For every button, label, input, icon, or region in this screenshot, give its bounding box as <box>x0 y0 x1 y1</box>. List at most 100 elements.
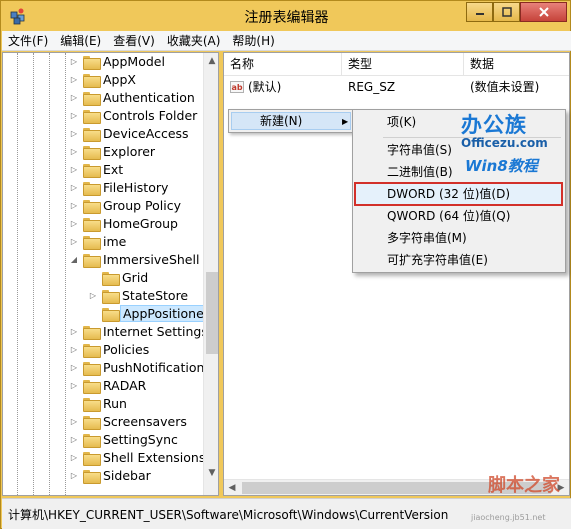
expand-icon[interactable]: ▷ <box>69 453 79 463</box>
tree-item-selected[interactable]: AppPositioner <box>3 305 212 323</box>
tree-item[interactable]: Grid <box>3 269 203 287</box>
tree-item[interactable]: Run <box>3 395 203 413</box>
folder-icon <box>83 164 101 178</box>
tree-item[interactable]: ▷ Explorer <box>3 143 203 161</box>
minimize-button[interactable] <box>466 2 493 22</box>
menu-item-string[interactable]: 字符串值(S) <box>387 140 452 160</box>
expand-icon[interactable]: ▷ <box>69 183 79 193</box>
menu-item-dword[interactable]: DWORD (32 位)值(D) <box>387 184 510 204</box>
tree-item-label: SettingSync <box>103 432 178 447</box>
tree-item[interactable]: ▷ Shell Extensions <box>3 449 206 467</box>
value-name[interactable]: (默认) <box>248 78 281 96</box>
folder-icon <box>83 74 101 88</box>
tree-item-label: ImmersiveShell <box>103 252 200 267</box>
tree-item-label: PushNotifications <box>103 360 211 375</box>
menu-item-multi-string[interactable]: 多字符串值(M) <box>387 228 467 248</box>
watermark-logo: 办公族 Officezu.com Win8教程 <box>459 109 565 181</box>
tree-item[interactable]: ▷ ime <box>3 233 203 251</box>
tree-item-label: Sidebar <box>103 468 151 483</box>
tree-item[interactable]: ▷ Ext <box>3 161 203 179</box>
column-header-name[interactable]: 名称 <box>224 53 342 75</box>
tree-item[interactable]: ▷ SettingSync <box>3 431 203 449</box>
scroll-up-arrow-icon[interactable]: ▲ <box>204 53 218 69</box>
tree-item[interactable]: ▷ DeviceAccess <box>3 125 203 143</box>
menu-file[interactable]: 文件(F) <box>2 31 54 51</box>
minimize-icon <box>475 13 484 15</box>
tree-item[interactable]: ▷ AppX <box>3 71 203 89</box>
column-header-type[interactable]: 类型 <box>342 53 464 75</box>
tree-item[interactable]: ▷ StateStore <box>3 287 203 305</box>
value-type: REG_SZ <box>348 80 396 94</box>
folder-icon <box>83 236 101 250</box>
expand-icon[interactable]: ▷ <box>69 381 79 391</box>
expand-icon[interactable]: ▷ <box>88 291 98 301</box>
folder-icon <box>83 434 101 448</box>
tree-item[interactable]: ▷ Screensavers <box>3 413 203 431</box>
expand-icon[interactable]: ▷ <box>69 417 79 427</box>
expand-icon[interactable]: ▷ <box>69 219 79 229</box>
folder-icon <box>102 290 120 304</box>
menu-help[interactable]: 帮助(H) <box>226 31 280 51</box>
folder-icon <box>83 344 101 358</box>
menu-item-expandable-string[interactable]: 可扩充字符串值(E) <box>387 250 488 270</box>
expand-icon[interactable]: ▷ <box>69 435 79 445</box>
menu-new-label: 新建(N) <box>260 114 303 128</box>
expand-icon[interactable]: ▷ <box>69 237 79 247</box>
collapse-icon[interactable]: ◢ <box>69 255 79 265</box>
tree-item-label: Shell Extensions <box>103 450 206 465</box>
menu-item-binary[interactable]: 二进制值(B) <box>387 162 453 182</box>
scrollbar-thumb[interactable] <box>206 272 218 354</box>
menu-new-item[interactable]: 新建(N) ▶ <box>231 112 351 130</box>
expand-icon[interactable]: ▷ <box>69 471 79 481</box>
menu-favorites[interactable]: 收藏夹(A) <box>161 31 227 51</box>
tree-item[interactable]: ▷ FileHistory <box>3 179 203 197</box>
menu-item-qword[interactable]: QWORD (64 位)值(Q) <box>387 206 510 226</box>
tree-item[interactable]: ▷ Internet Settings <box>3 323 208 341</box>
context-menu: 新建(N) ▶ <box>228 109 354 133</box>
expand-icon[interactable]: ▷ <box>69 327 79 337</box>
tree-item[interactable]: ▷ HomeGroup <box>3 215 203 233</box>
close-button[interactable] <box>520 2 567 22</box>
tree-item[interactable]: ▷ RADAR <box>3 377 203 395</box>
folder-icon <box>83 182 101 196</box>
scroll-down-arrow-icon[interactable]: ▼ <box>204 465 218 481</box>
tree-vertical-scrollbar[interactable]: ▲ ▼ <box>203 53 218 495</box>
expand-icon[interactable]: ▷ <box>69 75 79 85</box>
expand-icon[interactable]: ▷ <box>69 363 79 373</box>
registry-tree[interactable]: ▷ AppModel ▷ AppX ▷ Authentication ▷ Con… <box>2 52 219 496</box>
tree-item[interactable]: ▷ AppModel <box>3 53 203 71</box>
watermark-bottom-site: jiaocheng.jb51.net <box>471 513 546 522</box>
title-bar[interactable]: 注册表编辑器 <box>1 1 571 31</box>
scroll-left-arrow-icon[interactable]: ◀ <box>224 480 240 495</box>
watermark-bottom: 脚本之家 <box>488 475 560 496</box>
menu-view[interactable]: 查看(V) <box>107 31 161 51</box>
tree-item[interactable]: ▷ Controls Folder <box>3 107 203 125</box>
tree-item[interactable]: ▷ Sidebar <box>3 467 203 485</box>
expand-icon[interactable]: ▷ <box>69 345 79 355</box>
folder-icon <box>83 200 101 214</box>
column-header-data[interactable]: 数据 <box>464 53 569 75</box>
tree-item[interactable]: ▷ PushNotifications <box>3 359 211 377</box>
value-data: (数值未设置) <box>470 80 540 94</box>
tree-item-label: Ext <box>103 162 124 177</box>
menu-edit[interactable]: 编辑(E) <box>54 31 107 51</box>
menu-bar: 文件(F) 编辑(E) 查看(V) 收藏夹(A) 帮助(H) <box>2 31 571 51</box>
expand-icon[interactable]: ▷ <box>69 93 79 103</box>
expand-icon[interactable]: ▷ <box>69 165 79 175</box>
expand-icon[interactable]: ▷ <box>69 111 79 121</box>
menu-item-key[interactable]: 项(K) <box>387 112 416 132</box>
folder-icon <box>83 452 101 466</box>
tree-item[interactable]: ▷ Authentication <box>3 89 203 107</box>
folder-icon <box>83 416 101 430</box>
tree-item[interactable]: ▷ Policies <box>3 341 203 359</box>
expand-icon[interactable]: ▷ <box>69 147 79 157</box>
tree-item[interactable]: ▷ Group Policy <box>3 197 203 215</box>
expand-icon[interactable]: ▷ <box>69 201 79 211</box>
maximize-button[interactable] <box>493 2 520 22</box>
expand-icon[interactable]: ▷ <box>69 57 79 67</box>
expand-icon[interactable]: ▷ <box>69 129 79 139</box>
status-path: 计算机\HKEY_CURRENT_USER\Software\Microsoft… <box>8 508 448 522</box>
tree-item-label: HomeGroup <box>103 216 178 231</box>
tree-item[interactable]: ◢ ImmersiveShell <box>3 251 203 269</box>
tree-item-label: DeviceAccess <box>103 126 189 141</box>
